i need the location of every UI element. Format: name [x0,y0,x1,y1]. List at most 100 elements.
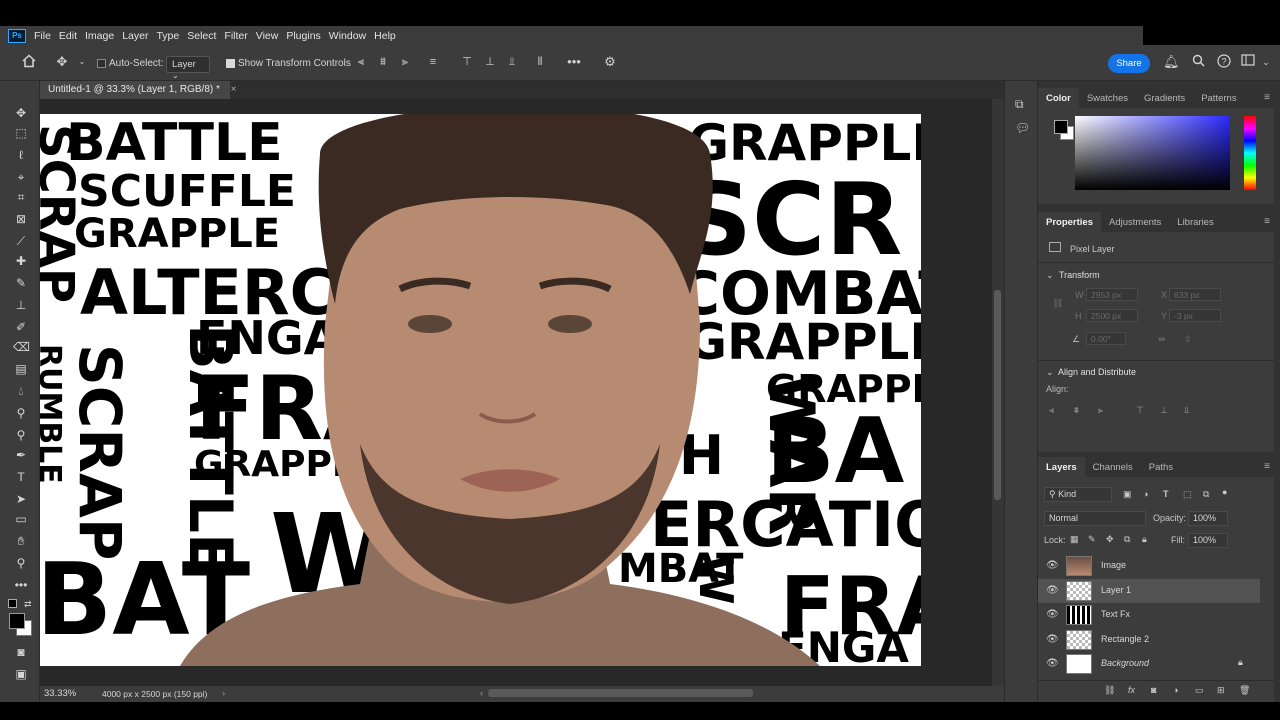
align-bottom-edges-icon[interactable]: ⫫ [1184,405,1189,416]
menu-window[interactable]: Window [329,30,374,42]
panel-menu-icon[interactable]: ≡ [1264,216,1270,227]
move-tool-icon[interactable]: ✥ [13,105,29,121]
filter-adjustment-icon[interactable]: ◑ [1143,489,1148,499]
help-icon[interactable]: ? [1216,54,1232,70]
x-field[interactable]: 633 px [1169,288,1221,301]
object-selection-tool-icon[interactable]: ⌖ [13,169,29,185]
panel-menu-icon[interactable]: ≡ [1264,92,1270,103]
history-panel-icon[interactable]: ⧉ [1015,97,1024,112]
type-tool-icon[interactable]: T [13,469,29,485]
auto-select-target-dropdown[interactable]: Layer ⌄ [166,56,210,80]
rectangle-tool-icon[interactable]: ▭ [13,511,29,527]
path-selection-tool-icon[interactable]: ➤ [13,491,29,507]
align-left-icon[interactable]: ⫷ [353,54,369,70]
pen-tool-icon[interactable]: ✒ [13,447,29,463]
layer-row-text-fx[interactable]: 👁︎ Text Fx [1038,603,1260,627]
align-top-icon[interactable]: ⊤ [459,54,475,70]
width-field[interactable]: 2953 px [1086,288,1138,301]
quick-mask-icon[interactable]: ◙ [13,644,29,660]
horizontal-scrollbar-thumb[interactable] [488,689,753,697]
tab-adjustments[interactable]: Adjustments [1101,212,1169,232]
delete-layer-icon[interactable]: 🗑︎ [1239,685,1250,696]
burn-tool-icon[interactable]: ⚲ [13,427,29,443]
transform-chevron-icon[interactable]: ⌄ [1046,270,1054,281]
align-top-edges-icon[interactable]: ⊤ [1136,405,1144,416]
auto-select-checkbox[interactable] [97,59,106,68]
hand-tool-icon[interactable]: ✋︎ [13,533,29,549]
more-options-icon[interactable]: ••• [566,54,582,70]
workspace-chevron-icon[interactable]: ⌄ [1258,54,1274,70]
visibility-eye-icon[interactable]: 👁︎ [1046,658,1059,669]
swap-colors-icon[interactable]: ⇄ [24,599,32,610]
workspace-icon[interactable] [1240,54,1256,70]
healing-brush-tool-icon[interactable]: ✚ [13,253,29,269]
flip-horizontal-icon[interactable]: ⇹ [1158,334,1166,345]
foreground-color-chip[interactable] [1054,120,1068,134]
eraser-tool-icon[interactable]: ⌫ [13,339,30,355]
comments-panel-icon[interactable]: 💬︎ [1015,121,1030,135]
share-button[interactable]: Share [1108,54,1150,73]
menu-select[interactable]: Select [187,30,224,42]
align-section-title[interactable]: Align and Distribute [1058,367,1136,377]
tab-swatches[interactable]: Swatches [1079,88,1136,108]
frame-tool-icon[interactable]: ⊠ [13,211,29,227]
vertical-scrollbar-thumb[interactable] [994,290,1001,500]
menu-edit[interactable]: Edit [59,30,85,42]
eyedropper-tool-icon[interactable]: ⟋ [13,233,29,249]
edit-toolbar-icon[interactable]: ••• [13,577,29,593]
layer-row-image[interactable]: 👁︎ Image [1038,554,1260,578]
history-brush-tool-icon[interactable]: ✐ [13,319,29,335]
blend-mode-dropdown[interactable]: Normal [1044,511,1146,526]
align-right-edges-icon[interactable]: ⫸ [1098,405,1103,416]
scroll-left-icon[interactable]: ‹ [480,688,483,699]
layer-row-layer-1[interactable]: 👁︎ Layer 1 [1038,579,1260,603]
visibility-eye-icon[interactable]: 👁︎ [1046,634,1059,645]
marquee-tool-icon[interactable]: ⬚ [13,125,29,141]
tab-paths[interactable]: Paths [1141,457,1181,477]
menu-filter[interactable]: Filter [224,30,255,42]
tab-properties[interactable]: Properties [1038,212,1101,232]
align-center-icon[interactable]: ⩩ [375,54,391,70]
brush-tool-icon[interactable]: ✎ [13,275,29,291]
add-mask-icon[interactable]: ◙ [1151,685,1156,695]
gradient-tool-icon[interactable]: ▤ [13,361,29,377]
link-dimensions-icon[interactable]: ⛓ [1052,298,1063,309]
status-menu-chevron-icon[interactable]: › [222,688,225,699]
tool-preset-chevron-icon[interactable]: ⌄ [74,54,90,70]
new-layer-icon[interactable]: ⊞ [1217,685,1225,696]
crop-tool-icon[interactable]: ⌗ [13,189,29,205]
layer-filter-dropdown[interactable]: ⚲ Kind [1044,487,1112,502]
home-icon[interactable] [21,54,37,70]
filter-pixel-icon[interactable]: ▣ [1123,489,1132,500]
distribute-icon[interactable]: ≡ [425,54,441,70]
tab-patterns[interactable]: Patterns [1193,88,1244,108]
screen-mode-icon[interactable]: ▣ [13,666,29,682]
color-field[interactable] [1075,116,1230,190]
tab-gradients[interactable]: Gradients [1136,88,1193,108]
filter-smart-object-icon[interactable]: ⧉ [1203,489,1209,500]
menu-image[interactable]: Image [85,30,122,42]
hue-slider[interactable] [1244,116,1256,190]
align-vertical-centers-icon[interactable]: ⊥ [1160,405,1168,416]
filter-toggle-icon[interactable]: ● [1222,487,1227,497]
lock-pixels-icon[interactable]: ✎ [1088,534,1096,545]
layer-row-rectangle-2[interactable]: 👁︎ Rectangle 2 [1038,628,1260,652]
dodge-tool-icon[interactable]: ⚲ [13,405,29,421]
menu-file[interactable]: File [34,30,59,42]
y-field[interactable]: -3 px [1169,309,1221,322]
menu-plugins[interactable]: Plugins [286,30,328,42]
zoom-level[interactable]: 33.33% [44,688,76,699]
lasso-tool-icon[interactable]: ℓ [13,147,29,163]
foreground-color-swatch[interactable] [9,613,25,629]
distribute-vertical-icon[interactable]: ⦀ [532,54,548,70]
blur-tool-icon[interactable]: 💧︎ [13,383,29,399]
notifications-bell-icon[interactable]: 🔔︎ [1163,54,1180,70]
align-middle-icon[interactable]: ⊥ [482,54,498,70]
menu-view[interactable]: View [256,30,287,42]
menu-help[interactable]: Help [374,30,404,42]
panel-menu-icon[interactable]: ≡ [1264,461,1270,472]
align-bottom-icon[interactable]: ⫫ [504,54,520,70]
tab-channels[interactable]: Channels [1085,457,1141,477]
menu-type[interactable]: Type [156,30,187,42]
canvas[interactable]: BATTLE SCUFFLE GRAPPLE ALTERC ENGA FRA G… [40,114,921,666]
